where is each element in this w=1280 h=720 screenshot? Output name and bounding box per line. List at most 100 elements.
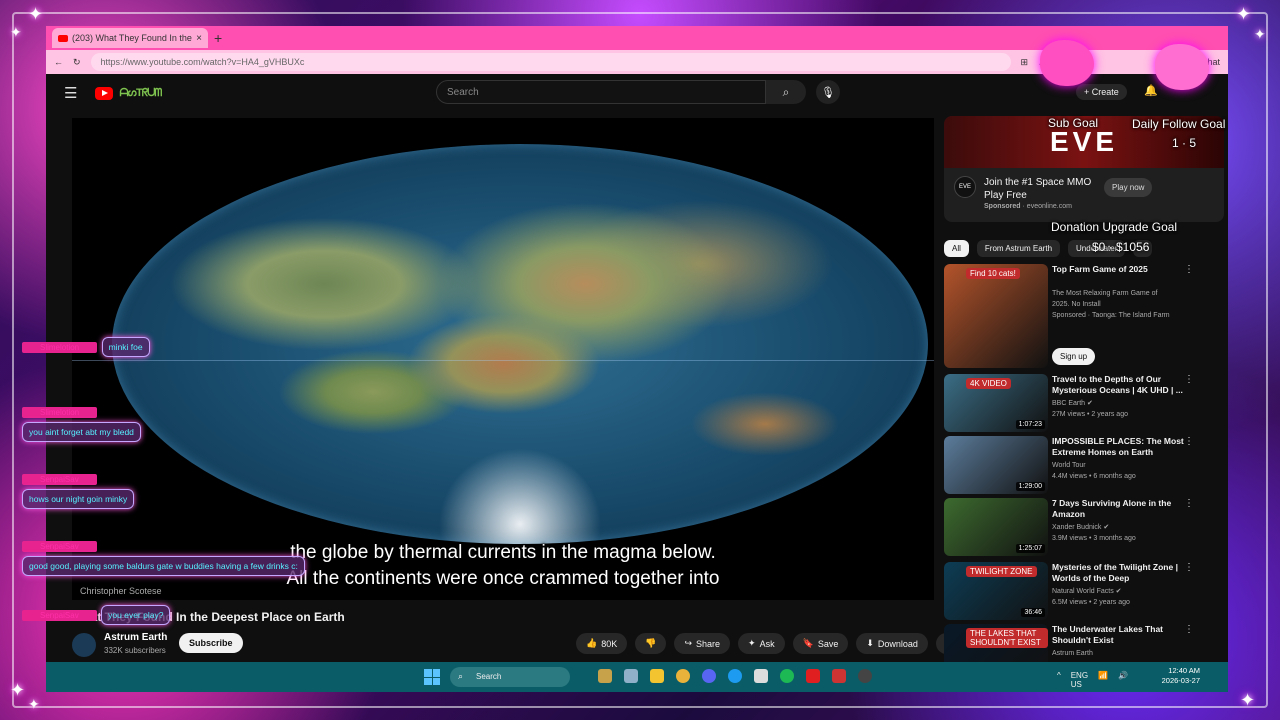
recommendation-title[interactable]: 7 Days Surviving Alone in the Amazon [1052,498,1192,520]
back-icon[interactable]: ← [54,57,63,67]
recommendation-title[interactable]: The Underwater Lakes That Shouldn't Exis… [1052,624,1192,646]
chip-from-channel[interactable]: From Astrum Earth [976,240,1061,257]
task-view-icon[interactable] [598,669,612,683]
play-now-button[interactable]: Play now [1104,178,1153,197]
new-tab-button[interactable]: + [214,30,222,46]
recommendation-meta-2: 4.4M views • 6 months ago [1052,473,1136,480]
recommendation-meta-3: Sponsored · Taonga: The Island Farm [1052,312,1170,319]
dislike-button[interactable]: 👎 [635,633,667,654]
more-options-icon[interactable]: ⋮ [1184,498,1194,509]
video-thumbnail[interactable]: THE LAKES THAT SHOULDN'T EXIST [944,624,1048,662]
folder-icon[interactable] [650,669,664,683]
donation-goal-label: Donation Upgrade Goal [1051,220,1178,234]
sparkle-icon: ✦ [1236,4,1252,24]
create-button[interactable]: + Create [1076,84,1127,100]
discord-icon[interactable] [702,669,716,683]
lang-indicator[interactable]: ENG US [1071,671,1088,689]
search-input[interactable]: Search [436,80,766,104]
windows-start-icon[interactable] [424,669,440,685]
video-thumbnail[interactable]: Find 10 cats! [944,264,1048,368]
recommendation-item[interactable]: 1:25:07 7 Days Surviving Alone in the Ama… [944,498,1224,558]
recommendation-title[interactable]: Top Farm Game of 2025 [1052,264,1192,275]
acrobat-icon[interactable] [806,669,820,683]
recommendation-item[interactable]: 1:29:00 IMPOSSIBLE PLACES: The Most Extre… [944,436,1224,496]
recommendation-meta-1: World Tour [1052,462,1086,469]
more-options-icon[interactable]: ⋮ [1184,436,1194,447]
volume-icon[interactable]: 🔊 [1118,671,1128,689]
recommendation-meta-1: Astrum Earth [1052,650,1093,657]
ad-banner-text: EVE [1049,126,1119,157]
dislike-icon: 👎 [645,638,657,648]
more-options-icon[interactable]: ⋮ [1184,624,1194,635]
microphone-icon[interactable]: 🎙 [816,80,840,104]
obs-icon[interactable] [858,669,872,683]
system-tray: ^ ENG US 📶 🔊 [1057,671,1128,689]
ad-text-line-1: Join the #1 Space MMO [984,177,1092,188]
edge-icon[interactable] [728,669,742,683]
spotify-icon[interactable] [780,669,794,683]
brand-logo-text: ᗩᔕTᖇᑌᗰ [119,86,162,99]
notifications-bell-icon[interactable]: 🔔 [1144,84,1158,97]
wifi-icon[interactable]: 📶 [1098,671,1108,689]
taskbar-search[interactable]: ⌕ Search [450,667,570,687]
video-thumbnail[interactable]: TWILIGHT ZONE 36:46 [944,562,1048,620]
app-icon[interactable] [676,669,690,683]
file-explorer-icon[interactable] [624,669,638,683]
video-duration: 1:07:23 [1015,420,1045,429]
sparkle-icon: ✦ [28,4,44,24]
channel-avatar[interactable] [72,633,96,657]
more-options-icon[interactable]: ⋮ [1184,374,1194,385]
recommendation-item[interactable]: 4K VIDEO 1:07:23 Travel to the Depths of O… [944,374,1224,434]
ask-button[interactable]: ✦ Ask [738,633,785,654]
recommendation-meta-2: 27M views • 2 years ago [1052,411,1128,418]
clock-time: 12:40 AM [1168,666,1200,675]
more-options-icon[interactable]: ⋮ [1184,264,1194,275]
chat-message: SenpaiSav good good, playing some baldur… [22,536,362,576]
video-thumbnail[interactable]: 1:25:07 [944,498,1048,556]
save-button[interactable]: 🔖 Save [792,633,849,654]
share-icon: ↪ [684,638,692,648]
chat-text: minki foe [101,337,150,357]
recommendation-item[interactable]: TWILIGHT ZONE 36:46 Mysteries of the Twili… [944,562,1224,622]
sponsored-ad[interactable]: EVE EVE Join the #1 Space MMO Play Free S… [944,116,1224,222]
url-field[interactable]: https://www.youtube.com/watch?v=HA4_gVHB… [90,53,1011,71]
close-tab-icon[interactable]: × [196,33,202,44]
chevron-up-icon[interactable]: ^ [1057,671,1061,689]
chat-message: SenpaiSav you ever play? [22,603,182,625]
recommendation-item[interactable]: Find 10 cats! Top Farm Game of 2025 The Mo… [944,264,1224,368]
subscribe-button[interactable]: Subscribe [179,633,243,653]
chip-all[interactable]: All [944,240,969,257]
more-options-icon[interactable]: ⋮ [1184,562,1194,573]
share-button[interactable]: ↪ Share [674,633,731,654]
recommendation-item[interactable]: THE LAKES THAT SHOULDN'T EXIST The Underw… [944,624,1224,662]
share-label: Share [696,638,721,649]
store-icon[interactable] [754,669,768,683]
extensions-icon[interactable]: ⊞ [1021,57,1029,68]
save-label: Save [817,638,839,649]
hamburger-menu-icon[interactable]: ☰ [64,84,77,102]
video-thumbnail[interactable]: 4K VIDEO 1:07:23 [944,374,1048,432]
daily-follow-value: 1 · 5 [1172,136,1197,150]
taskbar-search-label: Search [476,672,502,681]
recommendation-meta-2: 6.5M views • 2 years ago [1052,599,1130,606]
recommendation-title[interactable]: IMPOSSIBLE PLACES: The Most Extreme Home… [1052,436,1192,458]
recommendation-title[interactable]: Travel to the Depths of Our Mysterious O… [1052,374,1192,396]
video-thumbnail[interactable]: 1:29:00 [944,436,1048,494]
sponsored-label: Sponsored [984,203,1021,210]
recommendation-meta-1: Xander Budnick ✔ [1052,524,1110,531]
search-icon[interactable]: ⌕ [766,80,806,104]
video-player[interactable]: the globe by thermal currents in the mag… [72,118,934,600]
sign-up-button[interactable]: Sign up [1052,348,1096,365]
youtube-logo-icon[interactable] [95,86,114,100]
chat-username: SenpaiSav [22,541,97,552]
download-button[interactable]: ⬇ Download [856,633,928,654]
app-icon[interactable] [832,669,846,683]
browser-tab[interactable]: (203) What They Found In the × [52,28,208,48]
like-button[interactable]: 👍 80K [576,633,628,654]
video-duration: 36:46 [1021,608,1045,617]
taskbar-clock[interactable]: 12:40 AM 2026-03-27 [1162,666,1200,686]
reload-icon[interactable]: ↻ [73,57,81,68]
save-icon: 🔖 [802,638,814,648]
channel-name[interactable]: Astrum Earth [104,632,167,643]
recommendation-title[interactable]: Mysteries of the Twilight Zone | Worlds … [1052,562,1192,584]
